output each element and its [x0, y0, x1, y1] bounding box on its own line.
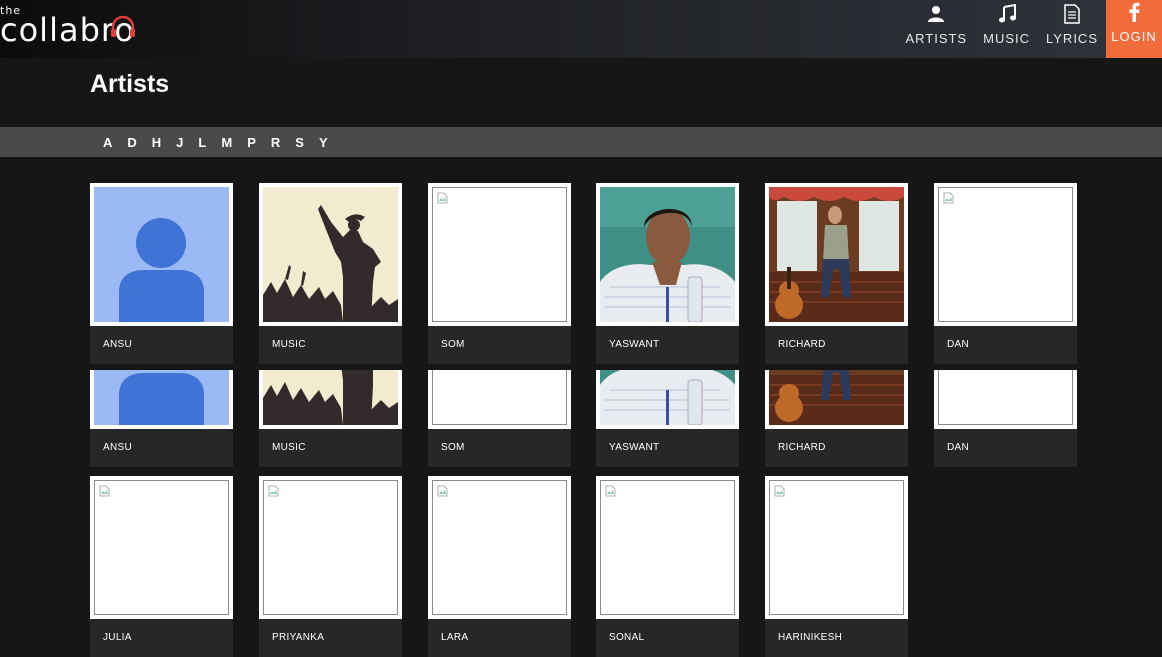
artist-caption: ANSU: [90, 429, 233, 467]
broken-image-icon: [943, 192, 954, 204]
alpha-letter[interactable]: R: [271, 135, 280, 150]
artist-caption: RICHARD: [765, 429, 908, 467]
alpha-letter[interactable]: Y: [319, 135, 328, 150]
artist-caption: YASWANT: [596, 429, 739, 467]
music-note-icon: [996, 3, 1018, 25]
portrait-photo: [600, 370, 735, 425]
broken-image-icon: [437, 192, 448, 204]
collabro-logo[interactable]: the collabro: [0, 0, 140, 58]
concert-silhouette-image: [263, 370, 398, 425]
artist-caption: MUSIC: [259, 429, 402, 467]
artist-photo-placeholder[interactable]: [428, 476, 571, 619]
artist-name: DAN: [947, 442, 970, 453]
broken-image-icon: [774, 485, 785, 497]
artist-name: PRIYANKA: [272, 632, 325, 643]
artist-name: JULIA: [103, 632, 132, 643]
artist-photo[interactable]: [259, 370, 402, 429]
artist-name: SONAL: [609, 632, 645, 643]
artist-photo[interactable]: [596, 370, 739, 429]
portrait-photo: [769, 370, 904, 425]
artist-name: DAN: [947, 339, 970, 350]
alpha-letter[interactable]: D: [127, 135, 136, 150]
default-avatar-icon: [94, 187, 229, 322]
artist-photo-placeholder[interactable]: [259, 476, 402, 619]
artist-name: RICHARD: [778, 442, 826, 453]
nav-lyrics-label: LYRICS: [1046, 31, 1098, 46]
alpha-letter[interactable]: L: [198, 135, 206, 150]
portrait-photo: [769, 187, 904, 322]
artist-name: ANSU: [103, 442, 132, 453]
alpha-letter[interactable]: A: [103, 135, 112, 150]
artist-photo[interactable]: [90, 183, 233, 326]
artist-caption: SOM: [428, 326, 571, 364]
alpha-letter[interactable]: S: [295, 135, 304, 150]
alphabet-list: A D H J L M P R S Y: [103, 127, 343, 157]
person-icon: [925, 3, 947, 25]
artist-caption: PRIYANKA: [259, 619, 402, 657]
login-label: LOGIN: [1111, 29, 1157, 44]
artist-caption: DAN: [934, 326, 1077, 364]
artist-photo-placeholder[interactable]: [428, 370, 571, 429]
broken-image-icon: [99, 485, 110, 497]
artist-caption: DAN: [934, 429, 1077, 467]
artist-photo[interactable]: [596, 183, 739, 326]
artist-photo-placeholder[interactable]: [428, 183, 571, 326]
artist-caption: RICHARD: [765, 326, 908, 364]
artist-photo-placeholder[interactable]: [934, 183, 1077, 326]
artist-photo-placeholder[interactable]: [765, 476, 908, 619]
artist-photo-placeholder[interactable]: [90, 476, 233, 619]
nav-artists[interactable]: ARTISTS: [897, 0, 975, 58]
alpha-letter[interactable]: P: [247, 135, 256, 150]
artist-name: YASWANT: [609, 339, 660, 350]
artist-name: LARA: [441, 632, 469, 643]
broken-image-icon: [437, 485, 448, 497]
default-avatar-icon: [94, 370, 229, 425]
facebook-icon: [1123, 1, 1145, 23]
artist-name: MUSIC: [272, 442, 306, 453]
top-bar: the collabro ARTISTS MUSIC LYRICS LOGIN: [0, 0, 1162, 58]
alpha-letter[interactable]: M: [221, 135, 232, 150]
headphones-icon: [111, 15, 135, 37]
artist-caption: MUSIC: [259, 326, 402, 364]
login-button[interactable]: LOGIN: [1106, 0, 1162, 58]
broken-image-icon: [605, 485, 616, 497]
alpha-letter[interactable]: J: [176, 135, 183, 150]
main-nav: ARTISTS MUSIC LYRICS LOGIN: [897, 0, 1162, 58]
nav-music-label: MUSIC: [983, 31, 1030, 46]
alphabet-filter-bar: A D H J L M P R S Y: [0, 127, 1162, 157]
artist-name: HARINIKESH: [778, 632, 843, 643]
artist-name: SOM: [441, 442, 465, 453]
broken-image-icon: [268, 485, 279, 497]
artist-photo-placeholder[interactable]: [596, 476, 739, 619]
artist-name: MUSIC: [272, 339, 306, 350]
artist-name: ANSU: [103, 339, 132, 350]
artist-caption: LARA: [428, 619, 571, 657]
nav-music[interactable]: MUSIC: [975, 0, 1038, 58]
artist-caption: YASWANT: [596, 326, 739, 364]
artist-name: SOM: [441, 339, 465, 350]
artist-photo[interactable]: [765, 183, 908, 326]
nav-artists-label: ARTISTS: [905, 31, 968, 46]
artist-name: RICHARD: [778, 339, 826, 350]
artist-caption: HARINIKESH: [765, 619, 908, 657]
artist-name: YASWANT: [609, 442, 660, 453]
artist-caption: SONAL: [596, 619, 739, 657]
alpha-letter[interactable]: H: [152, 135, 161, 150]
artist-caption: SOM: [428, 429, 571, 467]
artist-photo-placeholder[interactable]: [934, 370, 1077, 429]
artist-photo[interactable]: [90, 370, 233, 429]
document-icon: [1061, 3, 1083, 25]
nav-lyrics[interactable]: LYRICS: [1038, 0, 1106, 58]
portrait-photo: [600, 187, 735, 322]
concert-silhouette-image: [263, 187, 398, 322]
page-title: Artists: [90, 70, 170, 98]
artist-caption: JULIA: [90, 619, 233, 657]
artist-caption: ANSU: [90, 326, 233, 364]
artist-photo[interactable]: [765, 370, 908, 429]
artist-photo[interactable]: [259, 183, 402, 326]
